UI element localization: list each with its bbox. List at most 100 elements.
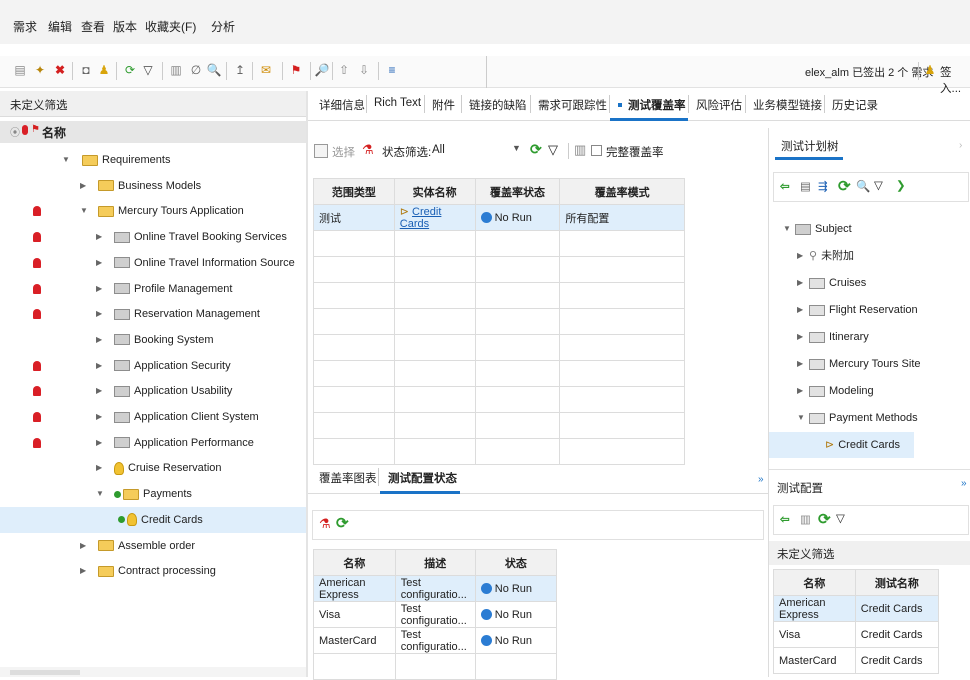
expand-arrow-icon[interactable]: ▶: [96, 353, 102, 379]
tree-item[interactable]: ▶ Mercury Tours Site: [769, 351, 969, 377]
table-row[interactable]: MasterCard Credit Cards: [773, 647, 940, 674]
expand-arrow-icon[interactable]: ▶: [797, 378, 803, 404]
tab-coverage-chart[interactable]: 覆盖率图表: [319, 470, 377, 486]
tree-item[interactable]: ▶ Business Models: [0, 173, 306, 199]
expand-arrow-icon[interactable]: ▶: [96, 455, 102, 481]
tree-item[interactable]: ▶ Assemble order: [0, 533, 306, 559]
move-up-icon[interactable]: ⇧: [336, 62, 352, 79]
new-folder-icon[interactable]: ▤: [12, 62, 28, 79]
horizontal-scrollbar[interactable]: [0, 667, 306, 677]
checkout-icon[interactable]: ◘: [78, 62, 94, 79]
collapse-icon[interactable]: »: [758, 474, 764, 485]
tree-item[interactable]: ▶ Contract processing: [0, 558, 306, 584]
coverage-status-header[interactable]: 覆盖率状态: [474, 178, 561, 205]
menu-requirements[interactable]: 需求: [13, 18, 37, 35]
tree-item[interactable]: ▶ Flight Reservation: [769, 297, 969, 323]
table-row[interactable]: American Express Credit Cards: [773, 595, 940, 622]
tree-item[interactable]: ▶ Modeling: [769, 378, 969, 404]
collapse-arrow-icon[interactable]: ▼: [62, 147, 70, 173]
columns-icon[interactable]: ▥: [168, 62, 184, 79]
tree-item[interactable]: ▶ Cruise Reservation: [0, 455, 306, 481]
tree-item[interactable]: ▶ Cruises: [769, 270, 969, 296]
find-icon[interactable]: 🔍: [206, 62, 222, 79]
sync-icon[interactable]: ❯: [896, 178, 906, 192]
zoom-icon[interactable]: 🔎: [314, 62, 330, 79]
menu-analysis[interactable]: 分析: [211, 18, 235, 35]
columns-icon[interactable]: ▥: [574, 142, 586, 158]
flag-icon[interactable]: ⚑: [288, 62, 304, 79]
tree-item[interactable]: ▶ ⚲ 未附加: [769, 243, 969, 269]
config-name-header[interactable]: 名称: [313, 549, 396, 576]
collapse-arrow-icon[interactable]: ▼: [96, 481, 104, 507]
status-filter-select[interactable]: All: [432, 144, 445, 156]
tab-attachments[interactable]: 附件: [432, 97, 455, 113]
add-to-coverage-icon[interactable]: ⇶: [818, 179, 828, 193]
expand-arrow-icon[interactable]: ▶: [96, 378, 102, 404]
expand-arrow-icon[interactable]: ▶: [96, 250, 102, 276]
expand-arrow-icon[interactable]: ▶: [96, 301, 102, 327]
expand-arrow-icon[interactable]: ▶: [96, 276, 102, 302]
tree-item[interactable]: ▶ Reservation Management: [0, 301, 306, 327]
tree-item[interactable]: ▶ Itinerary: [769, 324, 969, 350]
expand-arrow-icon[interactable]: ▶: [80, 173, 86, 199]
goto-icon[interactable]: ↥: [232, 62, 248, 79]
expand-arrow-icon[interactable]: ▶: [96, 404, 102, 430]
tab-risk[interactable]: 风险评估: [696, 97, 742, 113]
refresh-icon[interactable]: ⟳: [530, 141, 542, 158]
scope-type-header[interactable]: 范围类型: [313, 178, 395, 205]
expand-arrow-icon[interactable]: ▶: [80, 558, 86, 584]
remove-coverage-icon[interactable]: ⚗: [362, 142, 374, 158]
filter-icon[interactable]: ▽: [836, 511, 845, 525]
table-row[interactable]: Visa Test configuratio... No Run: [313, 601, 558, 628]
tree-item[interactable]: ▶ Application Performance: [0, 430, 306, 456]
checkin-icon[interactable]: ♟: [96, 62, 112, 79]
full-coverage-checkbox[interactable]: [591, 145, 602, 156]
coverage-mode-header[interactable]: 覆盖率模式: [559, 178, 685, 205]
tab-business-models[interactable]: 业务模型链接: [753, 97, 822, 113]
expand-arrow-icon[interactable]: ▶: [797, 351, 803, 377]
tab-traceability[interactable]: 需求可跟踪性: [538, 97, 607, 113]
refresh-icon[interactable]: ⟳: [818, 510, 831, 528]
config-description-header[interactable]: 描述: [394, 549, 476, 576]
tree-item[interactable]: ▶ Online Travel Booking Services: [0, 224, 306, 250]
expand-arrow-icon[interactable]: ▶: [797, 324, 803, 350]
table-row[interactable]: American Express Test configuratio... No R…: [313, 575, 558, 602]
attachment-icon[interactable]: ∅: [188, 62, 204, 79]
close-icon[interactable]: ›: [959, 140, 962, 151]
table-row[interactable]: Visa Credit Cards: [773, 621, 940, 648]
tree-item[interactable]: ▶ Application Security: [0, 353, 306, 379]
move-down-icon[interactable]: ⇩: [356, 62, 372, 79]
delete-icon[interactable]: ✖: [52, 62, 68, 79]
table-row[interactable]: 测试 ⊳ Credit Cards No Run 所有配置: [313, 204, 685, 231]
tree-item[interactable]: ▶ Online Travel Information Source: [0, 250, 306, 276]
filter-icon[interactable]: ▽: [548, 142, 558, 158]
go-to-icon[interactable]: ⇦: [780, 179, 790, 193]
collapse-arrow-icon[interactable]: ▼: [797, 405, 805, 431]
refresh-icon[interactable]: ⟳: [838, 177, 851, 195]
collapse-arrow-icon[interactable]: ▼: [80, 198, 88, 224]
tree-item[interactable]: ▶ Profile Management: [0, 276, 306, 302]
remove-config-icon[interactable]: ⚗: [319, 516, 331, 532]
tree-item[interactable]: ▼ Subject: [769, 216, 969, 242]
panel-divider[interactable]: [306, 91, 308, 677]
requirement-type-icon[interactable]: ≡: [384, 62, 400, 79]
expand-arrow-icon[interactable]: ▶: [797, 243, 803, 269]
menu-favorites[interactable]: 收藏夹(F): [145, 18, 196, 35]
entity-name-header[interactable]: 实体名称: [393, 178, 476, 205]
expand-arrow-icon[interactable]: ▶: [797, 270, 803, 296]
test-name-header[interactable]: 测试名称: [854, 569, 940, 596]
expand-arrow-icon[interactable]: ▶: [80, 533, 86, 559]
tree-item[interactable]: Credit Cards: [0, 506, 306, 533]
go-to-icon[interactable]: ⇦: [780, 512, 790, 526]
tab-rich-text[interactable]: Rich Text: [374, 97, 421, 109]
menu-edit[interactable]: 编辑: [48, 18, 72, 35]
tree-item[interactable]: ⊳ Credit Cards: [769, 432, 914, 458]
tab-linked-defects[interactable]: 链接的缺陷: [469, 97, 527, 113]
find-icon[interactable]: 🔍: [856, 179, 870, 193]
tab-history[interactable]: 历史记录: [832, 97, 878, 113]
chevron-down-icon[interactable]: ▼: [512, 143, 521, 153]
refresh-icon[interactable]: ⟳: [336, 514, 349, 532]
tree-item[interactable]: ▼ Mercury Tours Application: [0, 198, 306, 224]
expand-arrow-icon[interactable]: ▶: [96, 327, 102, 353]
table-row[interactable]: MasterCard Test configuratio... No Run: [313, 627, 558, 654]
